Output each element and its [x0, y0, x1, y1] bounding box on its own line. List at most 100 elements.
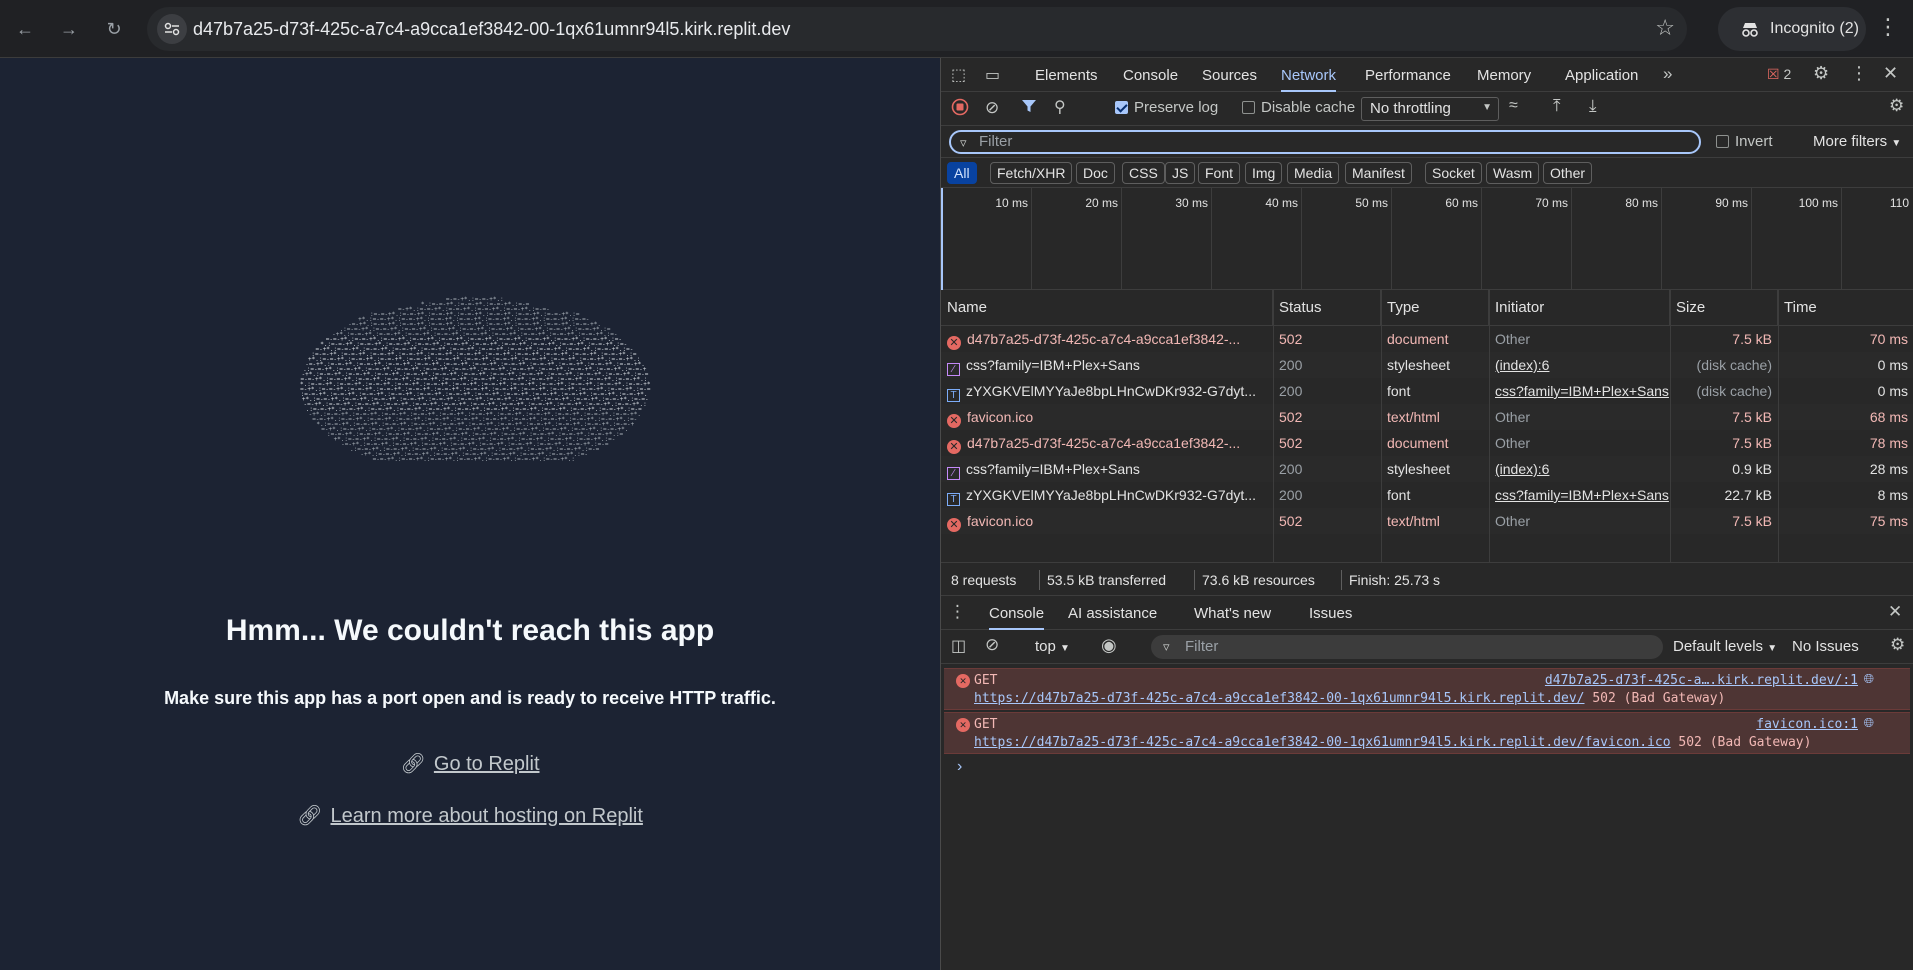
disable-cache-check[interactable] [1242, 101, 1255, 114]
invert-checkbox[interactable]: Invert [1716, 133, 1773, 150]
type-filter-css[interactable]: CSS [1122, 162, 1165, 184]
drawer-tab-whats-new[interactable]: What's new [1194, 596, 1271, 630]
issues-counter[interactable]: No Issues [1792, 638, 1859, 655]
type-filter-img[interactable]: Img [1245, 162, 1283, 184]
tab-elements[interactable]: Elements [1035, 58, 1098, 92]
network-overview-timeline[interactable]: 10 ms 20 ms 30 ms 40 ms 50 ms 60 ms 70 m… [941, 188, 1913, 290]
console-url-link[interactable]: https://d47b7a25-d73f-425c-a7c4-a9cca1ef… [974, 691, 1584, 706]
type-filter-fetch-xhr[interactable]: Fetch/XHR [990, 162, 1073, 184]
throttling-select[interactable]: No throttling ▼ [1361, 97, 1499, 121]
type-filter-font[interactable]: Font [1198, 162, 1241, 184]
address-bar[interactable]: d47b7a25-d73f-425c-a7c4-a9cca1ef3842-00-… [147, 7, 1687, 51]
console-source-link[interactable]: d47b7a25-d73f-425c-a….kirk.replit.dev/:1 [1545, 673, 1858, 688]
table-row[interactable]: ✕ favicon.ico 502 text/html Other 7.5 kB 75 ms [941, 508, 1913, 534]
console-settings-icon[interactable]: ⚙ [1890, 635, 1905, 655]
drawer-tab-ai-assistance[interactable]: AI assistance [1068, 596, 1157, 630]
clear-console-icon[interactable]: ⊘ [985, 635, 999, 655]
default-levels-dropdown[interactable]: Default levels ▼ [1673, 638, 1777, 655]
request-name[interactable]: css?family=IBM+Plex+Sans [966, 461, 1140, 477]
table-row[interactable]: TzYXGKVElMYYaJe8bpLHnCwDKr932-G7dyt... 20… [941, 378, 1913, 404]
column-header-initiator[interactable]: Initiator [1489, 290, 1670, 326]
table-row[interactable]: ✕ d47b7a25-d73f-425c-a7c4-a9cca1ef3842-..… [941, 430, 1913, 456]
table-row[interactable]: ✕ d47b7a25-d73f-425c-a7c4-a9cca1ef3842-..… [941, 326, 1913, 352]
table-row[interactable]: ∕ css?family=IBM+Plex+Sans 200 stylesheet (i… [941, 352, 1913, 378]
back-button[interactable]: ← [10, 14, 40, 44]
column-header-size[interactable]: Size [1670, 290, 1778, 326]
incognito-indicator[interactable]: Incognito (2) [1718, 7, 1866, 51]
console-url-link[interactable]: https://d47b7a25-d73f-425c-a7c4-a9cca1ef… [974, 735, 1671, 750]
close-drawer-icon[interactable]: ✕ [1888, 602, 1902, 622]
settings-gear-icon[interactable]: ⚙ [1813, 63, 1829, 84]
type-filter-other[interactable]: Other [1543, 162, 1593, 184]
live-expression-eye-icon[interactable]: ◉ [1101, 635, 1117, 656]
devtools-menu-icon[interactable]: ⋮ [1850, 63, 1868, 84]
console-source-link[interactable]: favicon.ico:1 [1756, 717, 1858, 732]
request-name[interactable]: css?family=IBM+Plex+Sans [966, 357, 1140, 373]
tab-network[interactable]: Network [1281, 58, 1337, 92]
drawer-menu-icon[interactable]: ⋮ [949, 602, 966, 622]
request-name[interactable]: zYXGKVElMYYaJe8bpLHnCwDKr932-G7dyt... [966, 383, 1256, 399]
network-settings-icon[interactable]: ⚙ [1889, 96, 1904, 116]
site-info-button[interactable] [157, 14, 187, 44]
browser-menu-icon[interactable]: ⋮ [1876, 14, 1900, 44]
type-filter-wasm[interactable]: Wasm [1486, 162, 1540, 184]
column-header-time[interactable]: Time [1778, 290, 1913, 326]
close-devtools-icon[interactable]: ✕ [1883, 63, 1898, 84]
drawer-tab-issues[interactable]: Issues [1309, 596, 1352, 630]
tab-performance[interactable]: Performance [1365, 58, 1451, 92]
clear-icon[interactable]: ⊘ [985, 98, 999, 118]
type-filter-socket[interactable]: Socket [1425, 162, 1482, 184]
tab-application[interactable]: Application [1565, 58, 1638, 92]
reload-button[interactable]: ↻ [99, 14, 129, 44]
import-har-icon[interactable]: ⤒ [1553, 96, 1561, 116]
table-row[interactable]: TzYXGKVElMYYaJe8bpLHnCwDKr932-G7dyt... 20… [941, 482, 1913, 508]
console-prompt-chevron-icon[interactable]: › [957, 758, 962, 776]
table-row[interactable]: ∕ css?family=IBM+Plex+Sans 200 stylesheet (i… [941, 456, 1913, 482]
search-icon[interactable]: ⚲ [1054, 97, 1066, 117]
type-filter-all[interactable]: All [947, 162, 977, 184]
column-header-status[interactable]: Status [1273, 290, 1381, 326]
url-text[interactable]: d47b7a25-d73f-425c-a7c4-a9cca1ef3842-00-… [193, 19, 790, 40]
preserve-log-checkbox[interactable]: Preserve log [1115, 99, 1218, 116]
request-name[interactable]: favicon.ico [967, 513, 1033, 529]
request-name[interactable]: favicon.ico [967, 409, 1033, 425]
network-globe-icon[interactable]: 🌐︎ [1864, 716, 1874, 731]
context-selector[interactable]: top ▼ [1035, 638, 1070, 655]
disable-cache-checkbox[interactable]: Disable cache [1242, 99, 1355, 116]
cell-initiator[interactable]: css?family=IBM+Plex+Sans [1489, 378, 1670, 404]
invert-check[interactable] [1716, 135, 1729, 148]
inspect-element-icon[interactable]: ⬚ [951, 65, 966, 85]
device-toolbar-icon[interactable]: ▭ [985, 65, 1000, 85]
type-filter-js[interactable]: JS [1165, 162, 1196, 184]
column-header-type[interactable]: Type [1381, 290, 1489, 326]
request-name[interactable]: d47b7a25-d73f-425c-a7c4-a9cca1ef3842-... [967, 435, 1240, 451]
go-to-replit-text[interactable]: Go to Replit [434, 753, 540, 775]
tab-console[interactable]: Console [1123, 58, 1178, 92]
cell-initiator[interactable]: (index):6 [1489, 352, 1670, 378]
request-name[interactable]: zYXGKVElMYYaJe8bpLHnCwDKr932-G7dyt... [966, 487, 1256, 503]
more-tabs-icon[interactable]: » [1663, 64, 1672, 84]
type-filter-media[interactable]: Media [1287, 162, 1340, 184]
request-name[interactable]: d47b7a25-d73f-425c-a7c4-a9cca1ef3842-... [967, 331, 1240, 347]
hosting-info-text[interactable]: Learn more about hosting on Replit [330, 805, 642, 827]
type-filter-manifest[interactable]: Manifest [1345, 162, 1412, 184]
console-filter-input[interactable]: ▿ Filter [1151, 635, 1663, 659]
hosting-info-link[interactable]: 🔗︎ Learn more about hosting on Replit [0, 803, 940, 828]
cell-initiator[interactable]: (index):6 [1489, 456, 1670, 482]
drawer-tab-console[interactable]: Console [989, 596, 1045, 630]
go-to-replit-link[interactable]: 🔗︎ Go to Replit [0, 751, 940, 776]
bookmark-star-icon[interactable]: ☆ [1655, 15, 1675, 41]
console-sidebar-icon[interactable]: ◫ [951, 636, 966, 656]
cell-initiator[interactable]: css?family=IBM+Plex+Sans [1489, 482, 1670, 508]
tab-memory[interactable]: Memory [1477, 58, 1531, 92]
network-filter-input[interactable]: ▿ Filter [949, 130, 1701, 154]
filter-funnel-icon[interactable] [1021, 98, 1037, 118]
column-header-name[interactable]: Name [941, 290, 1273, 326]
type-filter-doc[interactable]: Doc [1076, 162, 1115, 184]
forward-button[interactable]: → [54, 14, 84, 44]
preserve-log-check[interactable] [1115, 101, 1128, 114]
more-filters-dropdown[interactable]: More filters ▼ [1813, 133, 1901, 150]
network-globe-icon[interactable]: 🌐︎ [1864, 672, 1874, 687]
table-row[interactable]: ✕ favicon.ico 502 text/html Other 7.5 kB 68 ms [941, 404, 1913, 430]
tab-sources[interactable]: Sources [1202, 58, 1257, 92]
